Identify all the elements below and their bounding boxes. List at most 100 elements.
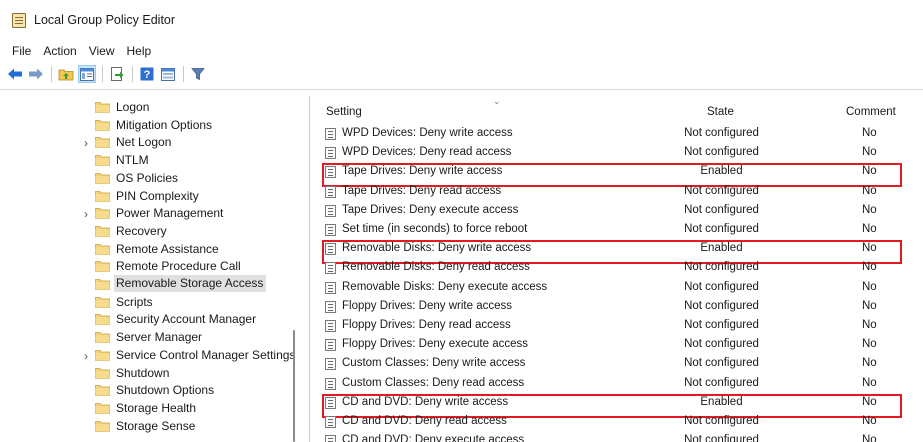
folder-icon: [95, 420, 110, 432]
policy-setting-icon: [325, 435, 336, 442]
tree-item[interactable]: Remote Procedure Call: [8, 258, 298, 276]
table-row[interactable]: Custom Classes: Deny read access Not conf…: [318, 375, 923, 394]
menu-help[interactable]: Help: [121, 44, 158, 58]
expand-chevron-icon[interactable]: ›: [84, 208, 88, 220]
setting-name: Tape Drives: Deny write access: [342, 165, 503, 178]
setting-comment: No: [862, 319, 877, 331]
table-row[interactable]: CD and DVD: Deny execute access Not confi…: [318, 432, 923, 442]
tree-item[interactable]: Shutdown: [8, 365, 298, 383]
export-list-icon[interactable]: [108, 65, 126, 83]
setting-name: Removable Disks: Deny execute access: [342, 280, 548, 293]
tree-item[interactable]: PIN Complexity: [8, 188, 298, 206]
tree-item-label: OS Policies: [116, 170, 179, 185]
setting-state: Not configured: [684, 299, 759, 312]
tree-item[interactable]: › Power Management: [8, 205, 298, 223]
folder-icon: [95, 208, 110, 220]
column-header-comment[interactable]: Comment: [846, 106, 896, 118]
table-row[interactable]: Set time (in seconds) to force reboot Not…: [318, 221, 923, 240]
tree-item[interactable]: Remote Assistance: [8, 241, 298, 259]
tree-item[interactable]: Storage Sense: [8, 418, 298, 436]
table-row[interactable]: Custom Classes: Deny write access Not con…: [318, 355, 923, 374]
up-folder-icon[interactable]: [57, 65, 75, 83]
setting-name: CD and DVD: Deny write access: [342, 395, 509, 408]
setting-name: Floppy Drives: Deny execute access: [342, 338, 528, 351]
column-header-setting[interactable]: Setting: [326, 106, 362, 118]
setting-name: Floppy Drives: Deny write access: [342, 299, 512, 312]
tree-item[interactable]: Storage Health: [8, 400, 298, 418]
setting-name: Removable Disks: Deny write access: [342, 242, 532, 255]
table-row[interactable]: Removable Disks: Deny read access Not con…: [318, 259, 923, 278]
policy-setting-icon: [325, 377, 336, 390]
tree-item[interactable]: › Net Logon: [8, 134, 298, 152]
title-bar: Local Group Policy Editor: [0, 0, 923, 40]
tree-item-label: Storage Sense: [116, 418, 196, 433]
table-row[interactable]: Floppy Drives: Deny execute access Not co…: [318, 336, 923, 355]
folder-icon: [95, 261, 110, 273]
expand-chevron-icon[interactable]: ›: [84, 350, 88, 362]
forward-icon[interactable]: [27, 65, 45, 83]
menu-action[interactable]: Action: [37, 44, 82, 58]
tree-item[interactable]: OS Policies: [8, 170, 298, 188]
tree-item[interactable]: Logon: [8, 99, 298, 117]
table-row[interactable]: Tape Drives: Deny read access Not configu…: [318, 183, 923, 202]
table-row[interactable]: Tape Drives: Deny execute access Not conf…: [318, 202, 923, 221]
back-icon[interactable]: [6, 65, 24, 83]
tree-item[interactable]: Shutdown Options: [8, 382, 298, 400]
setting-name: Set time (in seconds) to force reboot: [342, 223, 528, 235]
menu-view[interactable]: View: [83, 44, 121, 58]
setting-comment: No: [862, 395, 877, 408]
folder-icon: [95, 279, 110, 290]
help-icon[interactable]: ?: [138, 65, 156, 83]
toolbar-separator: [183, 66, 184, 82]
tree-item[interactable]: Removable Storage Access: [8, 275, 298, 294]
sort-chevron-icon[interactable]: ⌄: [493, 96, 501, 107]
folder-icon: [95, 243, 110, 255]
tree-item-label: Recovery: [116, 223, 167, 238]
setting-name: WPD Devices: Deny write access: [342, 127, 513, 139]
setting-comment: No: [862, 223, 877, 235]
setting-state: Not configured: [684, 415, 759, 427]
table-row[interactable]: Removable Disks: Deny execute access Not …: [318, 279, 923, 298]
tree-item[interactable]: NTLM: [8, 152, 298, 170]
tree-item[interactable]: › Service Control Manager Settings: [8, 347, 298, 365]
toolbar-divider: [0, 89, 923, 90]
policy-setting-icon: [325, 243, 336, 256]
properties-icon[interactable]: [159, 65, 177, 83]
setting-state: Not configured: [684, 357, 759, 370]
toolbar-separator: [51, 66, 52, 82]
menu-file[interactable]: File: [6, 44, 37, 58]
folder-icon: [95, 119, 110, 131]
tree-item-label: Scripts: [116, 294, 153, 309]
tree-item[interactable]: Security Account Manager: [8, 311, 298, 329]
policy-setting-icon: [325, 358, 336, 371]
table-row[interactable]: CD and DVD: Deny read access Not configur…: [318, 413, 923, 432]
folder-icon: [95, 402, 110, 414]
column-header-state[interactable]: State: [707, 106, 734, 118]
tree-item[interactable]: Recovery: [8, 223, 298, 241]
setting-comment: No: [862, 299, 877, 312]
tree-item[interactable]: Scripts: [8, 294, 298, 312]
table-row-highlighted[interactable]: CD and DVD: Deny write access Enabled No: [318, 393, 923, 418]
tree-item[interactable]: Mitigation Options: [8, 117, 298, 135]
setting-name: Custom Classes: Deny read access: [342, 376, 525, 389]
table-row[interactable]: WPD Devices: Deny write access Not config…: [318, 125, 923, 144]
expand-chevron-icon[interactable]: ›: [84, 137, 88, 149]
folder-icon: [95, 296, 110, 308]
table-row[interactable]: Floppy Drives: Deny read access Not confi…: [318, 317, 923, 336]
tree-scrollbar-thumb[interactable]: [293, 330, 295, 442]
table-row-highlighted[interactable]: Removable Disks: Deny write access Enable…: [318, 240, 923, 265]
table-row[interactable]: Floppy Drives: Deny write access Not conf…: [318, 298, 923, 317]
tree-item-label: Storage Health: [116, 400, 197, 415]
show-hide-tree-icon[interactable]: [78, 65, 96, 83]
table-row-highlighted[interactable]: Tape Drives: Deny write access Enabled No: [318, 163, 923, 188]
setting-state: Enabled: [700, 165, 743, 178]
tree-pane[interactable]: Logon Mitigation Options › Net Logon NTLM OS …: [8, 96, 310, 442]
setting-name: Custom Classes: Deny write access: [342, 357, 526, 370]
settings-list-pane[interactable]: ⌄ Setting State Comment WPD Devices: Den…: [318, 96, 923, 442]
filter-icon[interactable]: [189, 65, 207, 83]
tree-item[interactable]: Server Manager: [8, 329, 298, 347]
table-row[interactable]: WPD Devices: Deny read access Not configu…: [318, 144, 923, 163]
tree-item-label: Server Manager: [116, 330, 203, 345]
setting-state: Not configured: [684, 261, 759, 274]
setting-comment: No: [862, 415, 877, 427]
